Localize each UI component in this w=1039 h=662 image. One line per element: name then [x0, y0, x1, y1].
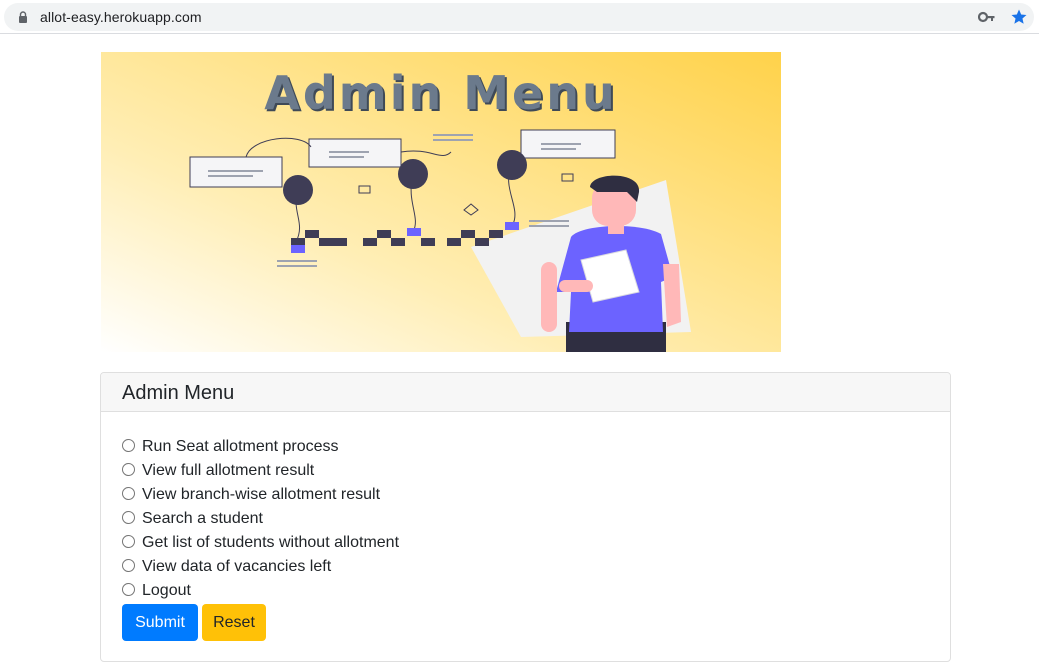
option-run-seat-allotment[interactable]: Run Seat allotment process — [122, 435, 399, 459]
url-text[interactable]: allot-easy.herokuapp.com — [40, 9, 202, 25]
card-header: Admin Menu — [101, 373, 950, 412]
option-vacancies-left[interactable]: View data of vacancies left — [122, 555, 399, 579]
option-label[interactable]: View full allotment result — [142, 462, 314, 480]
option-label[interactable]: Logout — [142, 582, 191, 600]
browser-address-bar: allot-easy.herokuapp.com — [0, 0, 1039, 34]
radio-button[interactable] — [122, 558, 135, 572]
option-label[interactable]: View branch-wise allotment result — [142, 486, 380, 504]
option-label[interactable]: Search a student — [142, 510, 263, 528]
radio-button[interactable] — [122, 462, 135, 476]
menu-options: Run Seat allotment process View full all… — [122, 435, 399, 603]
option-view-branch-wise-result[interactable]: View branch-wise allotment result — [122, 483, 399, 507]
option-label[interactable]: Get list of students without allotment — [142, 534, 399, 552]
key-icon[interactable] — [978, 10, 996, 24]
radio-button[interactable] — [122, 534, 135, 548]
radio-button[interactable] — [122, 486, 135, 500]
radio-button[interactable] — [122, 582, 135, 596]
reset-button[interactable]: Reset — [202, 604, 266, 641]
omnibox[interactable]: allot-easy.herokuapp.com — [4, 3, 1034, 31]
banner-title: Admin Menu — [264, 66, 618, 120]
option-view-full-result[interactable]: View full allotment result — [122, 459, 399, 483]
option-students-without-allotment[interactable]: Get list of students without allotment — [122, 531, 399, 555]
card-title: Admin Menu — [122, 382, 235, 404]
lock-icon[interactable] — [17, 11, 29, 23]
submit-button[interactable]: Submit — [122, 604, 198, 641]
radio-button[interactable] — [122, 438, 135, 452]
radio-button[interactable] — [122, 510, 135, 524]
option-label[interactable]: Run Seat allotment process — [142, 438, 339, 456]
star-icon[interactable] — [1010, 8, 1028, 26]
admin-menu-card: Admin Menu Run Seat allotment process Vi… — [100, 372, 951, 662]
option-search-student[interactable]: Search a student — [122, 507, 399, 531]
banner-image: Admin Menu — [101, 52, 781, 352]
option-label[interactable]: View data of vacancies left — [142, 558, 331, 576]
option-logout[interactable]: Logout — [122, 579, 399, 603]
